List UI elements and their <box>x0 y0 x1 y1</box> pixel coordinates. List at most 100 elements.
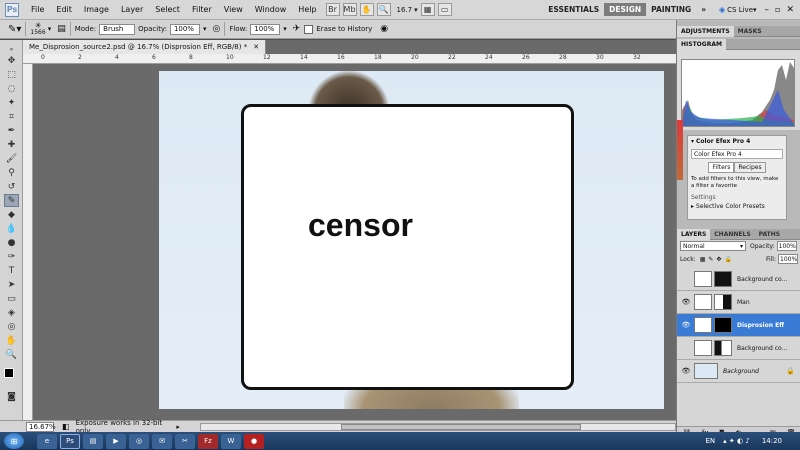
3d-orbit-tool-icon[interactable]: ◎ <box>4 320 19 333</box>
lock-all-icon[interactable]: 🔒 <box>724 256 731 263</box>
blend-mode-select[interactable]: Normal ▾ <box>680 241 746 251</box>
tool-taskbar-icon[interactable]: ✂ <box>175 433 195 449</box>
workspace-design[interactable]: DESIGN <box>604 3 647 16</box>
clock[interactable]: 14:20 <box>762 437 782 445</box>
app-taskbar-icon[interactable]: ✉ <box>152 433 172 449</box>
zoom-dropdown-icon[interactable]: ▾ <box>414 6 418 14</box>
arrange-documents-button[interactable]: ▦ <box>420 3 435 16</box>
tray-icons[interactable]: ▴ ✦ ◐ ♪ <box>723 437 750 445</box>
mini-bridge-button[interactable]: Mb <box>342 3 357 16</box>
opacity-field[interactable]: 100% <box>169 23 200 35</box>
tab-layers[interactable]: LAYERS <box>677 228 711 240</box>
word-taskbar-icon[interactable]: W <box>221 433 241 449</box>
recorder-taskbar-icon[interactable]: ● <box>244 433 264 449</box>
tab-channels[interactable]: CHANNELS <box>710 231 754 238</box>
move-tool-icon[interactable]: ✥ <box>4 54 19 67</box>
flow-dropdown-icon[interactable]: ▾ <box>283 25 287 33</box>
photoshop-taskbar-icon[interactable]: Ps <box>60 433 80 449</box>
layer-mask-thumbnail[interactable] <box>714 294 732 310</box>
workspace-painting[interactable]: PAINTING <box>646 3 696 16</box>
layer-opacity-field[interactable]: 100% <box>776 241 797 251</box>
media-taskbar-icon[interactable]: ▶ <box>106 433 126 449</box>
dodge-tool-icon[interactable]: ● <box>4 236 19 249</box>
mode-select[interactable]: Brush <box>99 23 136 35</box>
pressure-opacity-icon[interactable]: ◎ <box>212 24 220 34</box>
workspace-more[interactable]: » <box>696 3 711 16</box>
lock-image-icon[interactable]: ✎ <box>708 256 713 263</box>
menu-select[interactable]: Select <box>149 5 186 14</box>
minimize-icon[interactable]: – <box>765 5 770 15</box>
shape-tool-icon[interactable]: ▭ <box>4 292 19 305</box>
menu-edit[interactable]: Edit <box>50 5 78 14</box>
foreground-color-swatch[interactable] <box>4 368 14 378</box>
menu-window[interactable]: Window <box>249 5 293 14</box>
zoom-view-button[interactable]: 🔍 <box>376 3 391 16</box>
status-zoom-field[interactable]: 16.67% <box>26 421 56 432</box>
explorer-taskbar-icon[interactable]: ▤ <box>83 433 103 449</box>
eraser-tool-preset-icon[interactable]: ✎▾ <box>8 24 21 35</box>
lock-position-icon[interactable]: ✥ <box>716 256 721 263</box>
start-button-icon[interactable]: ⊞ <box>4 433 24 449</box>
pen-tool-icon[interactable]: ✑ <box>4 250 19 263</box>
layer-row-selected[interactable]: 👁 Disprosion Eff <box>677 314 800 337</box>
layer-mask-thumbnail[interactable] <box>714 271 732 287</box>
menu-image[interactable]: Image <box>78 5 115 14</box>
layer-visibility-toggle[interactable] <box>681 274 691 284</box>
brush-panel-icon[interactable]: ▤ <box>57 24 66 34</box>
layer-row[interactable]: 👁 Background 🔒 <box>677 360 800 383</box>
menu-file[interactable]: File <box>25 5 50 14</box>
lock-transparent-icon[interactable]: ▦ <box>700 256 706 263</box>
zoom-tool-icon[interactable]: 🔍 <box>4 348 19 361</box>
opacity-dropdown-icon[interactable]: ▾ <box>203 25 207 33</box>
vertical-ruler[interactable] <box>23 64 33 420</box>
lasso-tool-icon[interactable]: ◌ <box>4 82 19 95</box>
cefx-collapse-icon[interactable]: ▾ <box>691 138 694 145</box>
screen-mode-button[interactable]: ▭ <box>437 3 452 16</box>
cs-live-button[interactable]: ◉ CS Live ▾ <box>719 6 756 14</box>
healing-brush-tool-icon[interactable]: ✚ <box>4 138 19 151</box>
bridge-button[interactable]: Br <box>325 3 340 16</box>
document-tab[interactable]: Me_Disprosion_source2.psd @ 16.7% (Dispr… <box>23 40 267 54</box>
status-menu-icon[interactable]: ▸ <box>176 423 180 431</box>
history-brush-tool-icon[interactable]: ↺ <box>4 180 19 193</box>
menu-filter[interactable]: Filter <box>186 5 218 14</box>
layer-row[interactable]: Background co... <box>677 268 800 291</box>
quick-mask-icon[interactable]: ◙ <box>4 390 19 403</box>
hand-tool-icon[interactable]: ✋ <box>4 334 19 347</box>
layer-visibility-toggle[interactable] <box>681 343 691 353</box>
scrollbar-thumb[interactable] <box>340 423 581 430</box>
blur-tool-icon[interactable]: 💧 <box>4 222 19 235</box>
tab-paths[interactable]: PATHS <box>755 231 784 238</box>
status-info-icon[interactable]: ◧ <box>62 422 70 431</box>
flow-field[interactable]: 100% <box>250 23 281 35</box>
menu-layer[interactable]: Layer <box>115 5 149 14</box>
filezilla-taskbar-icon[interactable]: Fz <box>198 433 218 449</box>
3d-rotate-tool-icon[interactable]: ◈ <box>4 306 19 319</box>
erase-to-history-checkbox[interactable] <box>304 24 314 34</box>
hand-view-button[interactable]: ✋ <box>359 3 374 16</box>
marquee-tool-icon[interactable]: ⬚ <box>4 68 19 81</box>
horizontal-scrollbar[interactable] <box>199 422 676 431</box>
layer-mask-thumbnail[interactable] <box>714 317 732 333</box>
fill-field[interactable]: 100% <box>778 254 798 264</box>
cefx-tab-filters[interactable]: Filters <box>708 162 735 173</box>
pressure-size-icon[interactable]: ◉ <box>380 24 388 34</box>
zoom-level-display[interactable]: 16.7 <box>397 6 413 14</box>
path-selection-tool-icon[interactable]: ➤ <box>4 278 19 291</box>
menu-help[interactable]: Help <box>292 5 322 14</box>
eye-icon[interactable]: 👁 <box>681 320 691 330</box>
tab-adjustments[interactable]: ADJUSTMENTS <box>677 25 734 37</box>
cefx-preset[interactable]: ▸ Selective Color Presets <box>691 203 783 210</box>
quick-selection-tool-icon[interactable]: ✦ <box>4 96 19 109</box>
menu-view[interactable]: View <box>218 5 249 14</box>
type-tool-icon[interactable]: T <box>4 264 19 277</box>
cefx-field[interactable]: Color Efex Pro 4 <box>691 149 783 159</box>
workspace-essentials[interactable]: ESSENTIALS <box>543 3 604 16</box>
eraser-tool-icon[interactable]: ✎ <box>4 194 19 207</box>
paint-bucket-tool-icon[interactable]: ◆ <box>4 208 19 221</box>
tab-histogram[interactable]: HISTOGRAM <box>677 38 726 50</box>
image-canvas[interactable]: censor <box>159 71 664 409</box>
brush-dropdown-icon[interactable]: ▾ <box>48 25 52 33</box>
chrome-taskbar-icon[interactable]: ◎ <box>129 433 149 449</box>
eye-icon[interactable]: 👁 <box>681 297 691 307</box>
